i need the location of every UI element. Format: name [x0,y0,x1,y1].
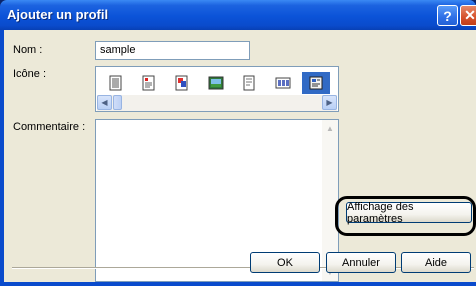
icon-label: Icône : [13,68,47,80]
help-label: Aide [424,256,448,269]
question-mark-icon: ? [443,7,452,24]
icon-selector-list[interactable]: ◀ ▶ [95,66,339,112]
ok-button[interactable]: OK [250,252,320,273]
help-button[interactable]: Aide [401,252,471,273]
grid-document-icon[interactable] [271,72,295,94]
cancel-button[interactable]: Annuler [326,252,396,273]
dialog-window: Ajouter un profil ? ✕ Nom : sample Icône… [0,0,476,286]
name-label: Nom : [13,44,43,56]
settings-document-icon[interactable] [302,72,330,94]
name-input[interactable]: sample [95,41,250,60]
icon-list-horizontal-scrollbar[interactable]: ◀ ▶ [97,95,337,111]
window-border-bottom [0,282,476,286]
title-help-button[interactable]: ? [437,5,458,26]
comment-label: Commentaire : [13,121,86,133]
scroll-left-arrow-icon[interactable]: ◀ [97,95,112,110]
document-lines-icon[interactable] [104,72,128,94]
title-close-button[interactable]: ✕ [460,5,476,26]
scroll-up-arrow-icon[interactable]: ▲ [323,121,337,136]
title-bar[interactable]: Ajouter un profil ? ✕ [0,0,476,30]
document-colored-icon[interactable] [137,72,161,94]
scroll-right-arrow-icon[interactable]: ▶ [322,95,337,110]
document-red-icon[interactable] [170,72,194,94]
document-plain-icon[interactable] [237,72,261,94]
scrollbar-thumb[interactable] [113,95,122,110]
ok-label: OK [277,256,293,269]
highlight-ring [335,196,476,236]
picture-icon[interactable] [204,72,228,94]
cancel-label: Annuler [342,256,380,269]
dialog-title: Ajouter un profil [7,7,109,22]
dialog-body: Nom : sample Icône : ◀ ▶ Commentaire: ▲… [4,30,476,282]
close-icon: ✕ [464,7,476,23]
